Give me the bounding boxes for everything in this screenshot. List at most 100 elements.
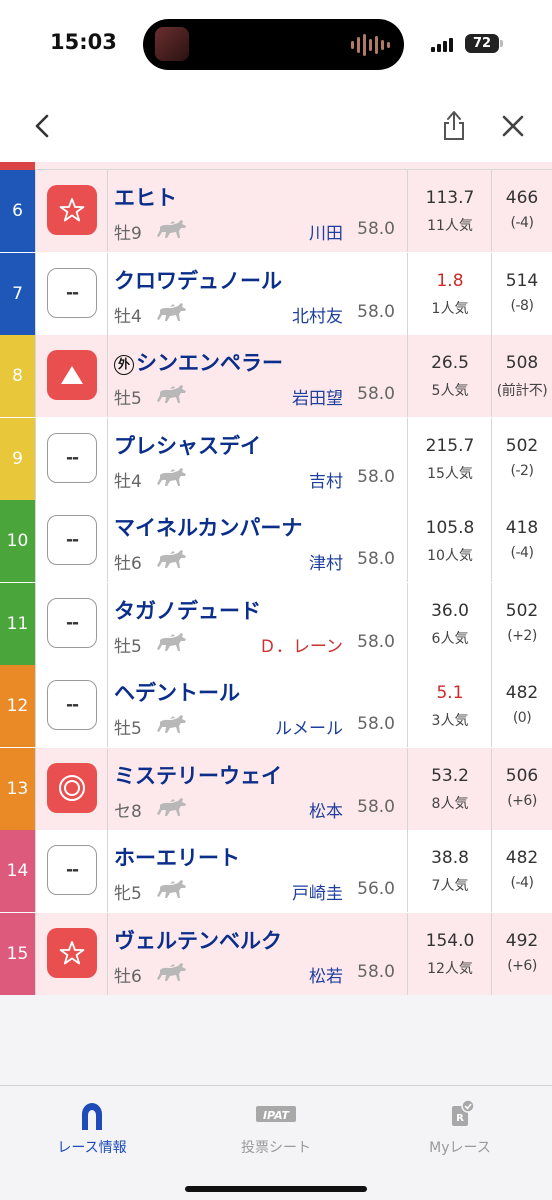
horse-name[interactable]: マイネルカンパーナ [114, 516, 302, 540]
jockey-name[interactable]: 津村 [309, 549, 343, 574]
horse-info-cell[interactable]: マイネルカンパーナ牡6 津村 58.0 [108, 500, 408, 582]
jockey-name[interactable]: 松若 [309, 962, 343, 987]
horse-name[interactable]: タガノデュード [114, 599, 261, 623]
horse-row[interactable]: 6 エヒト 牡9 川田 58.0 113.7 11人気 466 (-4) [0, 170, 552, 252]
horse-info-cell[interactable]: タガノデュード 牡5 Ｄ．レーン 58.0 [108, 582, 408, 665]
prediction-mark-triangle[interactable] [47, 350, 97, 400]
horse-name-wrap: ミステリーウェイ [114, 760, 282, 790]
popularity-rank: 3人気 [431, 713, 469, 729]
racehorse-icon [157, 880, 186, 898]
prediction-mark-empty[interactable]: -- [47, 680, 97, 730]
odds-cell: 113.7 11人気 [408, 170, 492, 252]
horse-name[interactable]: シンエンペラー [136, 351, 283, 375]
sex-age: 牡5 [114, 636, 142, 657]
horse-row[interactable]: 13 ミステリーウェイ セ8 松本 58.0 53.2 8人気 506 (+6) [0, 747, 552, 830]
horse-info-cell[interactable]: クロワデュノール 牡4 北村友 58.0 [108, 252, 408, 335]
sex-age: 牡4 [114, 306, 142, 327]
horse-row[interactable]: 10 -- マイネルカンパーナ 牡6 津村 58.0 105.8 10人気 418 (-4) [0, 500, 552, 582]
horse-row[interactable]: 14 -- ホーエリート 牝5 戸崎圭 56.0 38.8 7人気 482 (-4) [0, 830, 552, 912]
body-weight-change: (-8) [510, 297, 534, 314]
star-outline-icon [59, 198, 85, 222]
double-circle-icon [59, 774, 85, 801]
horse-name[interactable]: ヘデントール [114, 681, 240, 705]
horse-info-cell[interactable]: ヴェルテンベルク 牡6 松若 58.0 [108, 912, 408, 995]
horse-info-cell[interactable]: 外シンエンペラー 牡5 岩田望 58.0 [108, 335, 408, 417]
status-bar: 15:03 72 [0, 0, 552, 90]
horse-info-cell[interactable]: エヒト 牡9 川田 58.0 [108, 170, 408, 252]
jockey-name[interactable]: 川田 [309, 219, 343, 244]
body-weight-cell: 492 (+6) [492, 912, 552, 995]
horse-name[interactable]: プレシャスデイ [114, 434, 261, 458]
mark-cell [35, 335, 108, 417]
svg-text:R: R [456, 1113, 464, 1124]
jockey-name[interactable]: 岩田望 [292, 384, 343, 409]
popularity-rank: 1人気 [431, 300, 469, 317]
popularity-rank: 10人気 [427, 548, 473, 564]
horse-number: 6 [0, 170, 35, 252]
sex-age: 牡6 [114, 966, 142, 987]
horse-info-cell[interactable]: ヘデントール 牡5 ルメール 58.0 [108, 665, 408, 747]
popularity-rank: 12人気 [427, 960, 473, 977]
horse-info-cell[interactable]: ホーエリート 牝5 戸崎圭 56.0 [108, 830, 408, 912]
horse-name[interactable]: クロワデュノール [114, 269, 282, 293]
odds-cell: 36.0 6人気 [408, 582, 492, 665]
body-weight-change: (-4) [510, 545, 534, 561]
horse-name[interactable]: ミステリーウェイ [114, 764, 282, 788]
racehorse-icon [157, 962, 186, 981]
carried-weight: 58.0 [357, 549, 395, 569]
body-weight-change: (+6) [507, 792, 537, 809]
share-icon[interactable] [438, 104, 470, 144]
jockey-name[interactable]: ルメール [275, 714, 343, 739]
horse-row[interactable]: 11 -- タガノデュード 牡5 Ｄ．レーン 58.0 36.0 6人気 502 (+2) [0, 582, 552, 665]
prediction-mark-empty[interactable]: -- [47, 597, 97, 648]
horse-row[interactable]: 9 -- プレシャスデイ 牡4 吉村 58.0 215.7 15人気 502 (-2) [0, 417, 552, 500]
horse-row[interactable]: 15 ヴェルテンベルク 牡6 松若 58.0 154.0 12人気 492 (+6) [0, 912, 552, 995]
horse-name[interactable]: ヴェルテンベルク [114, 929, 282, 953]
ipat-icon: IPAT [256, 1106, 296, 1122]
close-icon[interactable] [497, 106, 529, 146]
jockey-name[interactable]: 戸崎圭 [292, 879, 343, 904]
popularity-rank: 15人気 [427, 465, 473, 482]
jockey-name[interactable]: 北村友 [292, 302, 343, 327]
prediction-mark-double-circle[interactable] [47, 762, 97, 813]
sex-age: 牡6 [114, 554, 142, 574]
dynamic-island[interactable] [143, 19, 404, 70]
body-weight-change: (-4) [510, 875, 534, 891]
horse-name[interactable]: エヒト [114, 186, 177, 210]
prediction-mark-empty[interactable]: -- [47, 432, 97, 483]
horse-row[interactable]: 8 外シンエンペラー 牡5 岩田望 58.0 26.5 5人気 508 (前計不) [0, 335, 552, 417]
body-weight-change: (+6) [507, 957, 537, 974]
odds-cell: 154.0 12人気 [408, 912, 492, 995]
now-playing-artwork [155, 27, 189, 61]
prediction-mark-star[interactable] [47, 185, 97, 235]
body-weight-cell: 466 (-4) [492, 170, 552, 252]
horse-info-cell[interactable]: プレシャスデイ 牡4 吉村 58.0 [108, 417, 408, 500]
horse-number: 8 [0, 335, 35, 417]
body-weight-change: (0) [512, 710, 532, 726]
horse-row[interactable]: 12 -- ヘデントール 牡5 ルメール 58.0 5.1 3人気 482 (0) [0, 665, 552, 747]
tab-race-info[interactable]: レース情報 [0, 1096, 184, 1166]
body-weight-cell: 502 (+2) [492, 582, 552, 665]
cellular-signal-icon [431, 37, 453, 52]
body-weight-cell: 418 (-4) [492, 500, 552, 582]
prediction-mark-empty[interactable]: -- [47, 515, 97, 565]
horse-name[interactable]: ホーエリート [114, 846, 240, 870]
horse-info-cell[interactable]: ミステリーウェイ セ8 松本 58.0 [108, 747, 408, 830]
horse-name-wrap: タガノデュード [114, 595, 261, 625]
mark-cell: -- [35, 417, 108, 500]
popularity-rank: 11人気 [427, 218, 473, 234]
prediction-mark-empty[interactable]: -- [47, 845, 97, 895]
prediction-mark-star[interactable] [47, 927, 97, 978]
tab-my-race[interactable]: R Myレース [368, 1096, 552, 1166]
tab-voting-sheet[interactable]: IPAT 投票シート [184, 1096, 368, 1166]
horse-row[interactable]: 7 -- クロワデュノール 牡4 北村友 58.0 1.8 1人気 514 (-8) [0, 252, 552, 335]
tab-race-info-label: レース情報 [57, 1140, 127, 1156]
battery-indicator: 72 [465, 34, 503, 53]
prediction-mark-empty[interactable]: -- [47, 267, 97, 318]
jockey-name[interactable]: 松本 [309, 797, 343, 822]
popularity-rank: 7人気 [431, 878, 469, 894]
jockey-name[interactable]: 吉村 [309, 467, 343, 492]
odds-cell: 5.1 3人気 [408, 665, 492, 747]
back-chevron-icon[interactable] [28, 106, 58, 146]
jockey-name[interactable]: Ｄ．レーン [259, 632, 343, 657]
